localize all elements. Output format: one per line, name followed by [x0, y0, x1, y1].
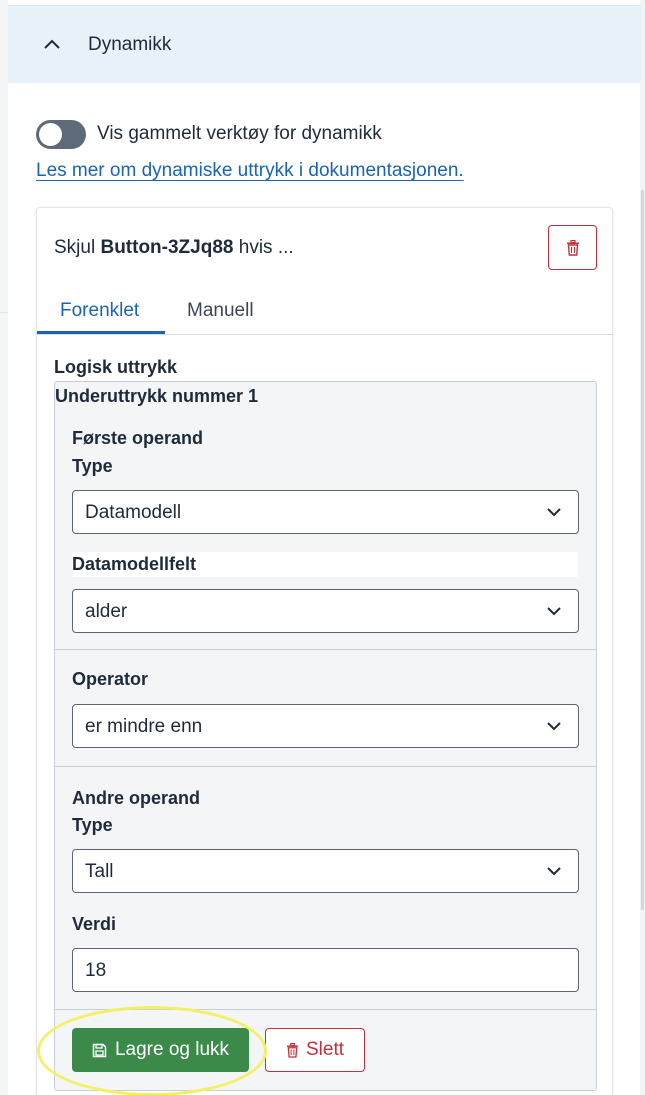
active-tab-indicator: [37, 331, 165, 334]
second-operand-type-value: Tall: [85, 861, 114, 882]
legacy-tool-toggle-label: Vis gammelt verktøy for dynamikk: [97, 123, 382, 144]
left-panel-divider: [0, 312, 8, 313]
datamodel-field-value: alder: [85, 601, 128, 622]
operator-select[interactable]: er mindre enn: [72, 704, 579, 748]
card-title-component: Button-3ZJq88: [100, 237, 234, 258]
card-title-prefix: Skjul: [54, 237, 96, 258]
second-operand-heading: Andre operand: [72, 788, 201, 808]
subexpression-title: Underuttrykk nummer 1: [55, 386, 259, 406]
delete-button-label: Slett: [305, 1039, 345, 1060]
value-input[interactable]: 18: [72, 948, 579, 992]
legacy-tool-toggle[interactable]: [36, 120, 86, 149]
card-title: Skjul Button-3ZJq88 hvis ...: [54, 237, 294, 259]
card-title-suffix: hvis ...: [238, 237, 294, 258]
scrollbar-thumb[interactable]: [641, 190, 644, 910]
accordion-header-dynamikk[interactable]: Dynamikk: [8, 5, 641, 83]
trash-icon: [566, 239, 579, 256]
first-operand-heading: Første operand: [72, 428, 204, 448]
operator-value: er mindre enn: [85, 716, 203, 737]
logical-expression-label: Logisk uttrykk: [54, 357, 178, 377]
chevron-up-icon: [44, 39, 60, 49]
tab-forenklet[interactable]: Forenklet: [60, 300, 139, 322]
first-operand-type-select[interactable]: Datamodell: [72, 490, 579, 534]
value-label: Verdi: [72, 914, 117, 934]
trash-icon: [286, 1042, 299, 1058]
delete-expression-button[interactable]: [548, 225, 597, 270]
datamodel-field-select[interactable]: alder: [72, 589, 579, 633]
tab-manuell[interactable]: Manuell: [187, 300, 254, 322]
delete-subexpression-button[interactable]: Slett: [265, 1028, 365, 1072]
first-operand-type-label: Type: [72, 456, 113, 476]
first-operand-type-value: Datamodell: [85, 502, 182, 523]
documentation-link[interactable]: Les mer om dynamiske uttrykk i dokumenta…: [36, 160, 464, 182]
left-panel-edge: [0, 0, 8, 1095]
chevron-down-icon: [547, 722, 561, 731]
chevron-down-icon: [547, 607, 561, 616]
section-divider: [55, 766, 596, 767]
value-input-text: 18: [85, 960, 107, 981]
subexpression-box: Underuttrykk nummer 1 Første operand Typ…: [54, 381, 597, 1091]
accordion-title: Dynamikk: [88, 34, 172, 55]
highlight-annotation: [37, 1006, 267, 1095]
chevron-down-icon: [547, 867, 561, 876]
scrollbar[interactable]: [640, 0, 645, 1095]
chevron-down-icon: [547, 508, 561, 517]
section-divider: [55, 649, 596, 650]
second-operand-type-label: Type: [72, 815, 113, 835]
expression-tabs: Forenklet Manuell: [37, 290, 614, 335]
datamodel-field-label: Datamodellfelt: [72, 552, 578, 577]
expression-card: Skjul Button-3ZJq88 hvis ... Forenklet M…: [36, 207, 614, 1095]
operator-label: Operator: [72, 669, 149, 689]
toggle-knob: [39, 123, 62, 146]
second-operand-type-select[interactable]: Tall: [72, 849, 579, 893]
